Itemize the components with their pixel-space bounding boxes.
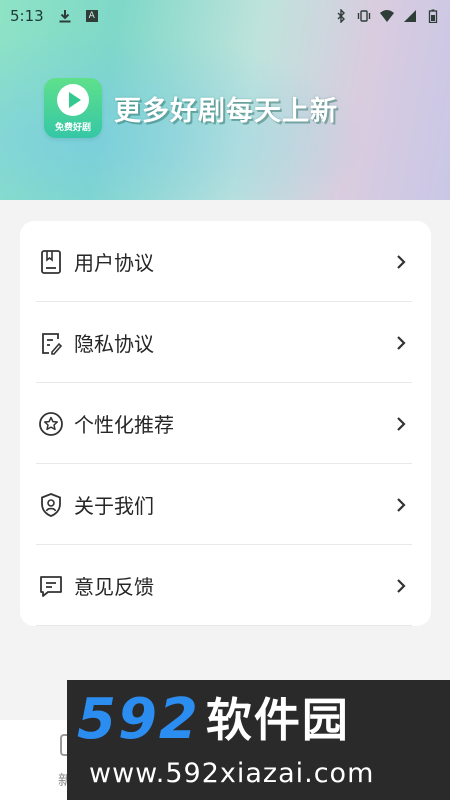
menu-item-label: 意见反馈 — [74, 575, 154, 599]
wifi-icon — [380, 10, 394, 22]
menu-item-feedback[interactable]: 意见反馈 — [36, 545, 412, 626]
vibrate-icon — [357, 10, 371, 22]
watermark-brand: 软件园 — [205, 693, 350, 747]
menu-item-label: 隐私协议 — [74, 332, 154, 356]
menu-item-privacy-agreement[interactable]: 隐私协议 — [36, 302, 412, 383]
chevron-right-icon — [397, 497, 406, 512]
a-badge-icon: A — [85, 10, 98, 22]
document-edit-icon — [42, 332, 63, 355]
menu-item-label: 关于我们 — [74, 494, 154, 518]
app-logo: 免费好剧 — [44, 78, 102, 138]
chevron-right-icon — [397, 335, 406, 350]
battery-icon — [428, 9, 438, 23]
signal-icon — [404, 10, 416, 22]
settings-menu-card: 用户协议 隐私协议 个性化推荐 关于我们 意见反馈 — [20, 221, 431, 626]
book-icon — [41, 249, 61, 274]
menu-item-user-agreement[interactable]: 用户协议 — [36, 221, 412, 302]
logo-label: 免费好剧 — [54, 123, 91, 133]
watermark-overlay: 592 软件园 www.592xiazai.com — [67, 680, 450, 800]
download-icon — [59, 10, 71, 23]
chevron-right-icon — [397, 578, 406, 593]
divider — [36, 625, 412, 626]
message-icon — [40, 575, 62, 597]
slogan: 更多好剧每天上新 — [114, 95, 338, 127]
watermark-url: www.592xiazai.com — [89, 758, 375, 789]
star-circle-icon — [39, 411, 63, 436]
menu-item-label: 个性化推荐 — [74, 413, 174, 437]
status-bar: 5:13 A — [0, 0, 450, 32]
shield-user-icon — [41, 492, 61, 517]
play-icon — [57, 84, 89, 116]
brand-block: 免费好剧 更多好剧每天上新 — [44, 78, 338, 138]
bluetooth-icon — [337, 9, 345, 23]
menu-item-about-us[interactable]: 关于我们 — [36, 464, 412, 545]
menu-item-label: 用户协议 — [74, 251, 154, 275]
status-time: 5:13 — [10, 7, 44, 25]
watermark-number: 592 — [77, 687, 200, 752]
menu-item-personalized-recommendation[interactable]: 个性化推荐 — [36, 383, 412, 464]
chevron-right-icon — [397, 416, 406, 431]
chevron-right-icon — [397, 254, 406, 269]
